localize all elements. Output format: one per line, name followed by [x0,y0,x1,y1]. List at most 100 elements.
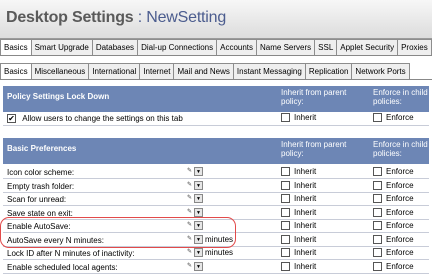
enforce-label: Enforce [386,207,414,217]
allow-users-row: ✔ Allow users to change the settings on … [3,112,429,126]
pencil-icon[interactable]: ✎ [187,194,194,203]
preference-value-control: ✎ ▼ [187,167,203,176]
enforce-checkbox[interactable] [373,248,382,257]
subtab-miscellaneous[interactable]: Miscellaneous [30,63,90,79]
page-title: Desktop Settings : NewSetting [6,9,226,27]
inherit-checkbox[interactable] [281,194,290,203]
enforce-checkbox[interactable] [373,261,382,271]
inherit-option[interactable]: Inherit [281,221,316,231]
inherit-label: Inherit [294,261,317,271]
enforce-checkbox[interactable] [373,207,382,217]
allow-users-label: Allow users to change the settings on th… [22,114,183,123]
pencil-icon[interactable]: ✎ [187,262,194,271]
preference-row: Scan for unread: ✎ ▼ Inherit Enforce [3,193,429,206]
allow-users-option[interactable]: ✔ Allow users to change the settings on … [7,114,183,123]
primary-tab-bar: Basics Smart Upgrade Databases Dial-up Conn… [0,39,432,56]
enforce-option[interactable]: Enforce [373,167,414,177]
basic-preferences-section-header: Basic Preferences Inherit from parent po… [3,138,429,164]
enforce-option[interactable]: Enforce [373,248,414,258]
subtab-internet[interactable]: Internet [139,63,175,79]
dropdown-arrow-icon[interactable]: ▼ [194,261,203,271]
inherit-checkbox[interactable] [281,221,290,230]
enforce-checkbox[interactable] [373,234,382,244]
basic-preferences-title: Basic Preferences [7,144,77,153]
inherit-label: Inherit [294,207,317,217]
enforce-checkbox[interactable] [373,167,382,176]
allow-users-checkbox[interactable]: ✔ [7,114,16,123]
lockdown-enforce-checkbox[interactable] [373,113,382,122]
inherit-label: Inherit [294,248,317,257]
inherit-label: Inherit [294,167,317,176]
enforce-label: Enforce [386,167,414,176]
tab-dial-up-connections[interactable]: Dial-up Connections [137,39,218,55]
subtab-replication[interactable]: Replication [304,63,353,79]
subtab-network-ports[interactable]: Network Ports [351,63,410,79]
pencil-icon[interactable]: ✎ [187,208,194,217]
inherit-checkbox[interactable] [281,261,290,271]
enforce-label: Enforce [386,261,414,271]
enforce-option[interactable]: Enforce [373,207,414,218]
enforce-column-header: Enforce in child policies: [373,88,428,106]
lockdown-inherit-option[interactable]: Inherit [281,113,316,123]
tab-accounts[interactable]: Accounts [216,39,258,55]
tab-smart-upgrade[interactable]: Smart Upgrade [30,39,93,55]
inherit-checkbox[interactable] [281,234,290,244]
lockdown-enforce-option[interactable]: Enforce [373,113,414,123]
enforce-checkbox[interactable] [373,194,382,203]
lockdown-section-title: Policy Settings Lock Down [7,92,110,101]
subtab-instant-messaging[interactable]: Instant Messaging [232,63,306,79]
dropdown-arrow-icon[interactable]: ▼ [194,167,203,176]
enforce-option[interactable]: Enforce [373,234,414,245]
tab-databases[interactable]: Databases [91,39,139,55]
pencil-icon[interactable]: ✎ [187,181,194,190]
lockdown-inherit-checkbox[interactable] [281,113,290,122]
preference-value-control: ✎ ▼ [187,180,203,190]
enforce-option[interactable]: Enforce [373,221,414,231]
inherit-checkbox[interactable] [281,248,290,257]
enforce-checkbox[interactable] [373,221,382,230]
enforce-label: Enforce [386,180,414,190]
inherit-option[interactable]: Inherit [281,167,316,177]
tab-ssl[interactable]: SSL [314,39,338,55]
inherit-option[interactable]: Inherit [281,261,317,272]
pencil-icon[interactable]: ✎ [187,248,194,257]
pencil-icon[interactable]: ✎ [187,167,194,176]
dropdown-arrow-icon[interactable]: ▼ [194,248,203,257]
dropdown-arrow-icon[interactable]: ▼ [194,207,203,217]
tab-name-servers[interactable]: Name Servers [256,39,316,55]
enforce-label: Enforce [386,221,414,230]
preference-value-control: ✎ ▼ [187,261,203,271]
inherit-checkbox[interactable] [281,180,290,190]
tab-applet-security[interactable]: Applet Security [336,39,399,55]
enforce-option[interactable]: Enforce [373,261,414,272]
inherit-option[interactable]: Inherit [281,207,317,218]
tab-proxies[interactable]: Proxies [397,39,432,55]
preference-row: Lock ID after N minutes of inactivity: ✎ ▼… [3,247,429,260]
inherit-option[interactable]: Inherit [281,248,316,258]
inherit-label: Inherit [294,180,317,190]
enforce-label: Enforce [386,194,414,203]
inherit-option[interactable]: Inherit [281,234,316,245]
inherit-label: Inherit [294,221,317,230]
inherit-option[interactable]: Inherit [281,180,317,191]
subtab-international[interactable]: International [88,63,141,79]
prefs-inherit-column-header: Inherit from parent policy: [281,140,347,158]
subtab-basics[interactable]: Basics [0,63,32,79]
dropdown-arrow-icon[interactable]: ▼ [194,180,203,190]
page-title-main: Desktop Settings [6,9,134,26]
preference-label: Scan for unread: [7,195,67,204]
enforce-option[interactable]: Enforce [373,180,414,191]
lockdown-enforce-label: Enforce [386,113,414,122]
inherit-label: Inherit [294,194,317,203]
subtab-mail-and-news[interactable]: Mail and News [173,63,234,79]
inherit-checkbox[interactable] [281,167,290,176]
inherit-checkbox[interactable] [281,207,290,217]
inherit-option[interactable]: Inherit [281,194,316,204]
enforce-checkbox[interactable] [373,180,382,190]
preference-label: Lock ID after N minutes of inactivity: [7,249,135,258]
preference-label: Icon color scheme: [7,168,75,177]
dropdown-arrow-icon[interactable]: ▼ [194,194,203,203]
preference-row: Empty trash folder: ✎ ▼ Inherit Enforce [3,180,429,193]
enforce-option[interactable]: Enforce [373,194,414,204]
tab-basics[interactable]: Basics [0,39,32,55]
